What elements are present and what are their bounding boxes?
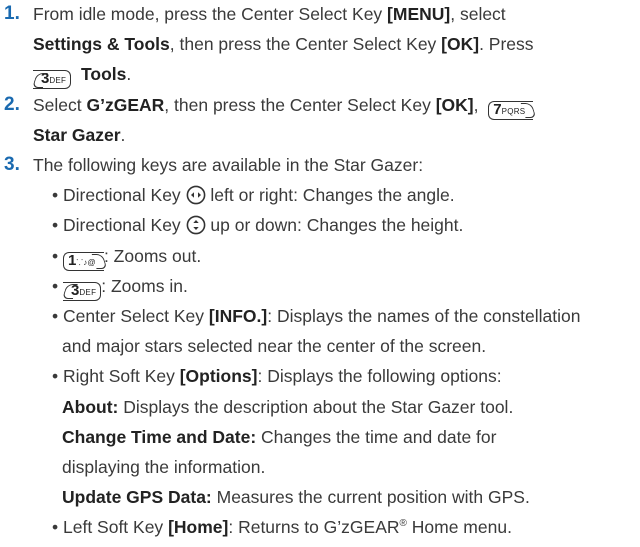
key-7-pqrs-icon: 7PQRS [488,100,534,120]
bullet-left-right: • Directional Key left or right: Changes… [52,183,455,207]
step-1-text: . Press [479,34,534,55]
step-1-text: . [126,64,132,85]
step-1-line-3: 3DEF Tools. [33,62,132,90]
bullet-text: • Directional Key [52,185,186,206]
key-letters: PQRS [501,106,526,116]
option-about: About: Displays the description about th… [62,395,513,419]
key-letters: DEF [79,287,97,297]
bullet-text: : Returns to G’zGEAR [228,517,400,538]
option-change-time-cont: displaying the information. [62,457,266,477]
options-key-label: [Options] [179,366,258,387]
bullet-zoom-out: • 1⸪♪@: Zooms out. [52,244,201,271]
step-3-intro: The following keys are available in the … [33,155,424,175]
bullet-mark: • [52,275,59,296]
bullet-text: : Zooms in. [101,275,188,296]
bullet-mark: • [52,245,59,266]
bullet-text: : Displays the following options: [257,366,502,387]
option-text: Measures the current position with GPS. [211,487,530,508]
step-1-text: From idle mode, press the Center Select … [33,4,388,24]
option-text: Changes the time and date for [256,426,497,447]
settings-tools-label: Settings & Tools [33,34,170,55]
step-2-line-1: Select G’zGEAR, then press the Center Se… [33,93,534,120]
step-1-text: , then press the Center Select Key [169,34,442,55]
instruction-document: 1. From idle mode, press the Center Sele… [0,0,640,547]
bullet-text: : Zooms out. [103,245,202,266]
key-digit: 7 [493,100,502,118]
step-2-number: 2. [4,93,20,115]
update-gps-label: Update GPS Data: [62,487,212,508]
step-2-text: , then press the Center Select Key [164,94,436,115]
bullet-text: • Directional Key [52,215,186,236]
key-letters: ⸪♪@ [76,257,96,267]
change-time-date-label: Change Time and Date: [62,426,257,447]
step-1-line-2: Settings & Tools, then press the Center … [33,32,534,56]
home-key-label: [Home] [168,517,229,538]
step-1-text: , select [450,4,506,24]
tools-label: Tools [80,64,127,85]
bullet-text: left or right: Changes the angle. [205,185,455,206]
step-2-text: . [120,124,126,145]
step-3-number: 3. [4,154,20,175]
key-3-def-icon: 3DEF [33,70,72,90]
key-letters: DEF [49,76,67,86]
bullet-info-cont: and major stars selected near the center… [62,336,487,357]
option-text: Displays the description about the Star … [118,396,514,417]
key-1-icon: 1⸪♪@ [63,251,104,271]
bullet-zoom-in: • 3DEF: Zooms in. [52,274,188,301]
gzgear-label: G’zGEAR [86,94,165,115]
bullet-text: : Displays the names of the constellatio… [267,306,581,326]
step-2-line-2: Star Gazer. [33,123,125,147]
bullet-home: • Left Soft Key [Home]: Returns to G’zGE… [52,515,512,539]
bullet-text: • Right Soft Key [52,366,180,387]
step-2-text: Select [33,94,87,115]
bullet-text: • Center Select Key [52,306,209,326]
step-1-line-1: From idle mode, press the Center Select … [33,2,506,26]
menu-key-label: [MENU] [387,4,451,24]
bullet-text: • Left Soft Key [52,517,169,538]
ok-key-label: [OK] [435,94,474,115]
option-change-time: Change Time and Date: Changes the time a… [62,425,496,449]
step-1-number: 1. [4,3,20,24]
directional-key-left-right-icon [186,185,205,205]
registered-mark: ® [399,518,407,530]
about-label: About: [62,396,119,417]
bullet-text: Home menu. [406,517,512,538]
bullet-options: • Right Soft Key [Options]: Displays the… [52,364,502,388]
star-gazer-label: Star Gazer [33,124,121,145]
directional-key-up-down-icon [186,215,205,235]
step-2-text: , [473,94,479,115]
option-update-gps: Update GPS Data: Measures the current po… [62,485,530,509]
bullet-text: up or down: Changes the height. [205,215,464,236]
bullet-info: • Center Select Key [INFO.]: Displays th… [52,304,580,328]
key-3-def-icon: 3DEF [63,281,102,301]
ok-key-label: [OK] [441,34,480,55]
bullet-up-down: • Directional Key up or down: Changes th… [52,213,463,237]
info-key-label: [INFO.] [208,306,268,326]
